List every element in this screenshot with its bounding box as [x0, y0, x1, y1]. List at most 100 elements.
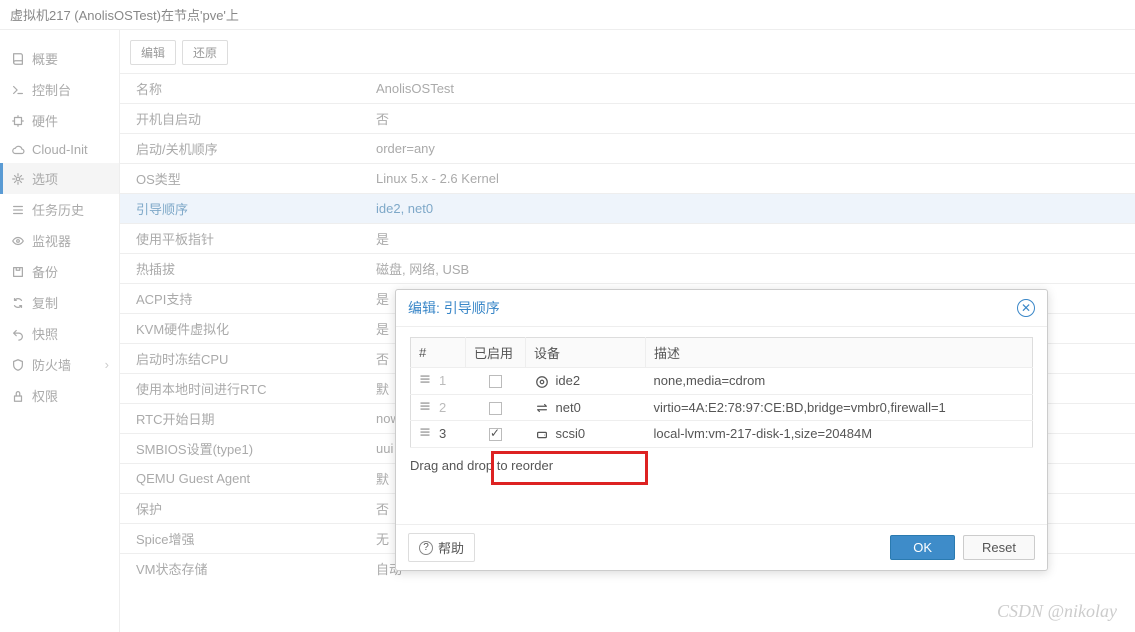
watermark: CSDN @nikolay: [997, 601, 1117, 622]
boot-row[interactable]: 1 ide2none,media=cdrom: [411, 368, 1033, 395]
sidebar-item-chip[interactable]: 硬件: [0, 105, 119, 136]
row-enabled[interactable]: [466, 368, 526, 395]
row-number: 3: [411, 421, 466, 448]
sidebar-item-cloud[interactable]: Cloud-Init: [0, 136, 119, 163]
sidebar-item-list[interactable]: 任务历史: [0, 194, 119, 225]
option-value: 是: [360, 224, 1135, 254]
sidebar-item-shield[interactable]: 防火墙›: [0, 349, 119, 380]
drag-handle-icon[interactable]: [419, 426, 431, 438]
gear-icon: [10, 172, 26, 186]
help-icon: ?: [419, 541, 433, 555]
sidebar-item-label: 任务历史: [32, 200, 84, 219]
sidebar-item-save[interactable]: 备份: [0, 256, 119, 287]
col-enabled: 已启用: [466, 338, 526, 368]
save-icon: [10, 265, 26, 279]
option-key: ACPI支持: [120, 284, 360, 314]
option-key: VM状态存储: [120, 554, 360, 584]
boot-row[interactable]: 2net0virtio=4A:E2:78:97:CE:BD,bridge=vmb…: [411, 394, 1033, 421]
option-key: 引导顺序: [120, 194, 360, 224]
dialog-header: 编辑: 引导顺序 ✕: [396, 290, 1047, 327]
sidebar-item-eye[interactable]: 监视器: [0, 225, 119, 256]
option-row[interactable]: 启动/关机顺序order=any: [120, 134, 1135, 164]
shield-icon: [10, 358, 26, 372]
eye-icon: [10, 234, 26, 248]
boot-row[interactable]: 3 scsi0local-lvm:vm-217-disk-1,size=20484…: [411, 421, 1033, 448]
cloud-icon: [10, 143, 26, 157]
checkbox[interactable]: [489, 402, 502, 415]
disc-icon: [534, 375, 550, 389]
edit-button[interactable]: 编辑: [130, 40, 176, 65]
sidebar-item-label: 概要: [32, 49, 58, 68]
boot-order-dialog: 编辑: 引导顺序 ✕ # 已启用 设备 描述 1 ide2none,media=c…: [395, 289, 1048, 571]
option-key: QEMU Guest Agent: [120, 464, 360, 494]
option-key: SMBIOS设置(type1): [120, 434, 360, 464]
row-number: 1: [411, 368, 466, 395]
lock-icon: [10, 389, 26, 403]
option-key: 使用平板指针: [120, 224, 360, 254]
sidebar-item-label: 选项: [32, 169, 58, 188]
checkbox[interactable]: [489, 428, 502, 441]
chevron-right-icon: ›: [105, 357, 109, 372]
option-row[interactable]: 名称AnolisOSTest: [120, 74, 1135, 104]
console-icon: [10, 83, 26, 97]
sidebar-item-label: 复制: [32, 293, 58, 312]
option-key: OS类型: [120, 164, 360, 194]
col-desc: 描述: [646, 338, 1033, 368]
option-row[interactable]: OS类型Linux 5.x - 2.6 Kernel: [120, 164, 1135, 194]
close-icon[interactable]: ✕: [1017, 299, 1035, 317]
revert-button[interactable]: 还原: [182, 40, 228, 65]
ok-button[interactable]: OK: [890, 535, 955, 560]
option-value: Linux 5.x - 2.6 Kernel: [360, 164, 1135, 194]
option-key: 启动/关机顺序: [120, 134, 360, 164]
option-value: 磁盘, 网络, USB: [360, 254, 1135, 284]
page-title: 虚拟机217 (AnolisOSTest)在节点'pve'上: [0, 0, 1135, 30]
toolbar: 编辑 还原: [120, 40, 1135, 73]
help-button[interactable]: ? 帮助: [408, 533, 475, 562]
sidebar-item-label: 监视器: [32, 231, 71, 250]
option-row[interactable]: 使用平板指针是: [120, 224, 1135, 254]
option-value: ide2, net0: [360, 194, 1135, 224]
sidebar-item-lock[interactable]: 权限: [0, 380, 119, 411]
row-device: scsi0: [526, 421, 646, 448]
option-row[interactable]: 引导顺序ide2, net0: [120, 194, 1135, 224]
checkbox[interactable]: [489, 375, 502, 388]
help-label: 帮助: [438, 538, 464, 557]
option-value: 否: [360, 104, 1135, 134]
row-desc: none,media=cdrom: [646, 368, 1033, 395]
sidebar-item-undo[interactable]: 快照: [0, 318, 119, 349]
dialog-body: # 已启用 设备 描述 1 ide2none,media=cdrom2net0vi…: [396, 327, 1047, 524]
row-device: ide2: [526, 368, 646, 395]
book-icon: [10, 52, 26, 66]
col-device: 设备: [526, 338, 646, 368]
row-enabled[interactable]: [466, 421, 526, 448]
row-desc: local-lvm:vm-217-disk-1,size=20484M: [646, 421, 1033, 448]
hdd-icon: [534, 428, 550, 442]
row-desc: virtio=4A:E2:78:97:CE:BD,bridge=vmbr0,fi…: [646, 394, 1033, 421]
option-key: 使用本地时间进行RTC: [120, 374, 360, 404]
col-num: #: [411, 338, 466, 368]
chip-icon: [10, 114, 26, 128]
sidebar-item-label: Cloud-Init: [32, 142, 88, 157]
dialog-footer: ? 帮助 OK Reset: [396, 524, 1047, 570]
option-value: order=any: [360, 134, 1135, 164]
option-row[interactable]: 热插拔磁盘, 网络, USB: [120, 254, 1135, 284]
option-key: 名称: [120, 74, 360, 104]
sidebar-item-console[interactable]: 控制台: [0, 74, 119, 105]
sidebar-item-refresh[interactable]: 复制: [0, 287, 119, 318]
sidebar-item-label: 快照: [32, 324, 58, 343]
sidebar-item-label: 备份: [32, 262, 58, 281]
row-number: 2: [411, 394, 466, 421]
sidebar-item-gear[interactable]: 选项: [0, 163, 119, 194]
drag-handle-icon[interactable]: [419, 400, 431, 412]
refresh-icon: [10, 296, 26, 310]
drag-hint: Drag and drop to reorder: [410, 458, 1033, 473]
reset-button[interactable]: Reset: [963, 535, 1035, 560]
drag-handle-icon[interactable]: [419, 373, 431, 385]
option-key: Spice增强: [120, 524, 360, 554]
row-enabled[interactable]: [466, 394, 526, 421]
boot-order-table: # 已启用 设备 描述 1 ide2none,media=cdrom2net0vi…: [410, 337, 1033, 448]
option-key: 热插拔: [120, 254, 360, 284]
option-row[interactable]: 开机自启动否: [120, 104, 1135, 134]
option-key: 保护: [120, 494, 360, 524]
sidebar-item-book[interactable]: 概要: [0, 43, 119, 74]
